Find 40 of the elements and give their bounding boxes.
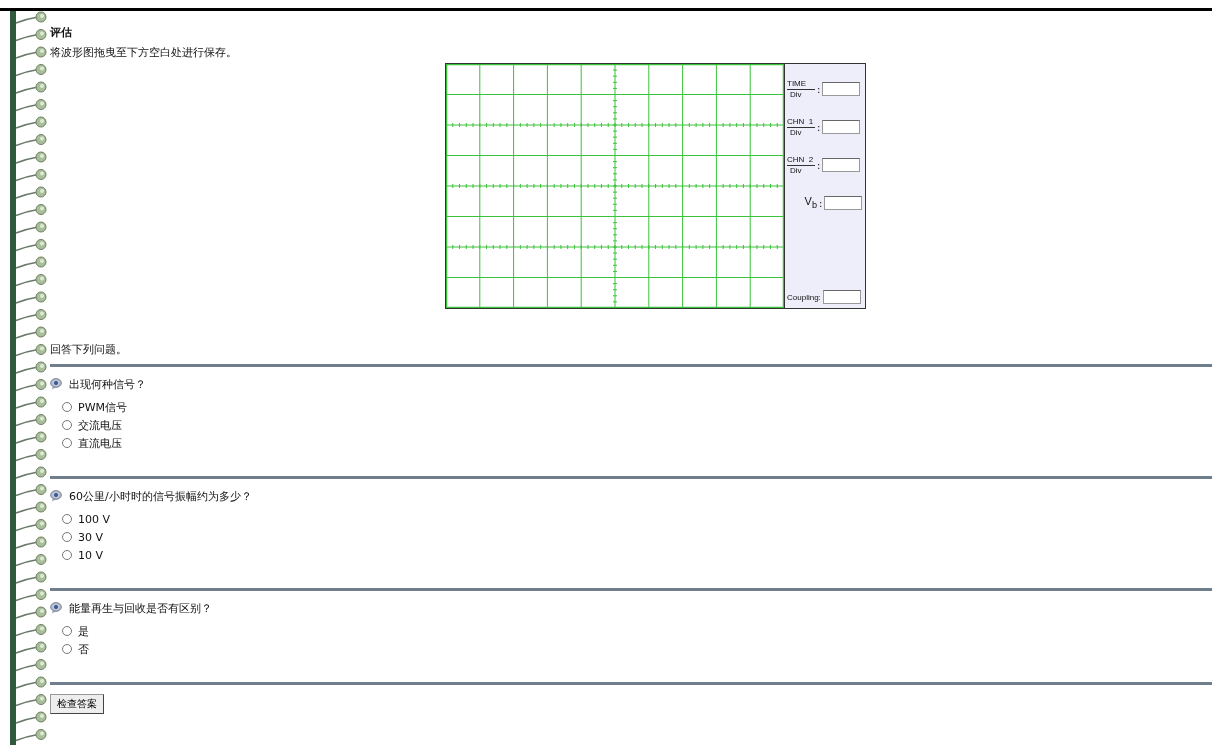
answer-option[interactable]: 交流电压 (62, 416, 122, 434)
question-text: 60公里/小时时的信号振幅约为多少？ (69, 488, 252, 504)
radio-button[interactable] (62, 626, 72, 636)
value-input-field[interactable] (822, 82, 861, 96)
section-title: 评估 (50, 25, 73, 41)
answer-option[interactable]: PWM信号 (62, 398, 127, 416)
radio-button[interactable] (62, 438, 72, 448)
unit-fraction-label: CHN 2 Div (787, 154, 815, 176)
radio-button[interactable] (62, 402, 72, 412)
unit-fraction-label: CHN 1 Div (787, 116, 815, 138)
speech-bubble-icon (50, 602, 62, 614)
radio-button[interactable] (62, 420, 72, 430)
answer-option[interactable]: 直流电压 (62, 434, 122, 452)
answer-option[interactable]: 100 V (62, 510, 111, 528)
colon-separator: : (818, 197, 824, 209)
voltage-label: V$_{b}$ (803, 195, 817, 211)
coupling-label: Coupling: (787, 292, 822, 302)
speech-bubble-icon (50, 490, 62, 502)
question-text: 能量再生与回收是否有区别？ (69, 600, 212, 616)
radio-button[interactable] (62, 644, 72, 654)
value-input-field[interactable] (824, 196, 863, 210)
colon-separator: : (816, 121, 822, 133)
answer-option[interactable]: 30 V (62, 528, 104, 546)
check-answers-button[interactable]: 检查答案 (50, 694, 104, 714)
colon-separator: : (816, 159, 822, 171)
radio-button[interactable] (62, 514, 72, 524)
answer-option[interactable]: 否 (62, 640, 89, 658)
value-input-field[interactable] (822, 120, 861, 134)
answer-option[interactable]: 10 V (62, 546, 104, 564)
speech-bubble-icon (50, 378, 62, 390)
value-input-field[interactable] (822, 158, 861, 172)
coupling-input-field[interactable] (822, 290, 861, 304)
instruction-text: 将波形图拖曳至下方空白处进行保存。 (50, 45, 238, 61)
radio-button[interactable] (62, 532, 72, 542)
question-text: 出现何种信号？ (69, 376, 146, 392)
unit-fraction-label: TIME Div (787, 78, 815, 100)
prompt-text: 回答下列问题。 (50, 342, 128, 358)
answer-option[interactable]: 是 (62, 622, 89, 640)
colon-separator: : (816, 83, 822, 95)
radio-button[interactable] (62, 550, 72, 560)
